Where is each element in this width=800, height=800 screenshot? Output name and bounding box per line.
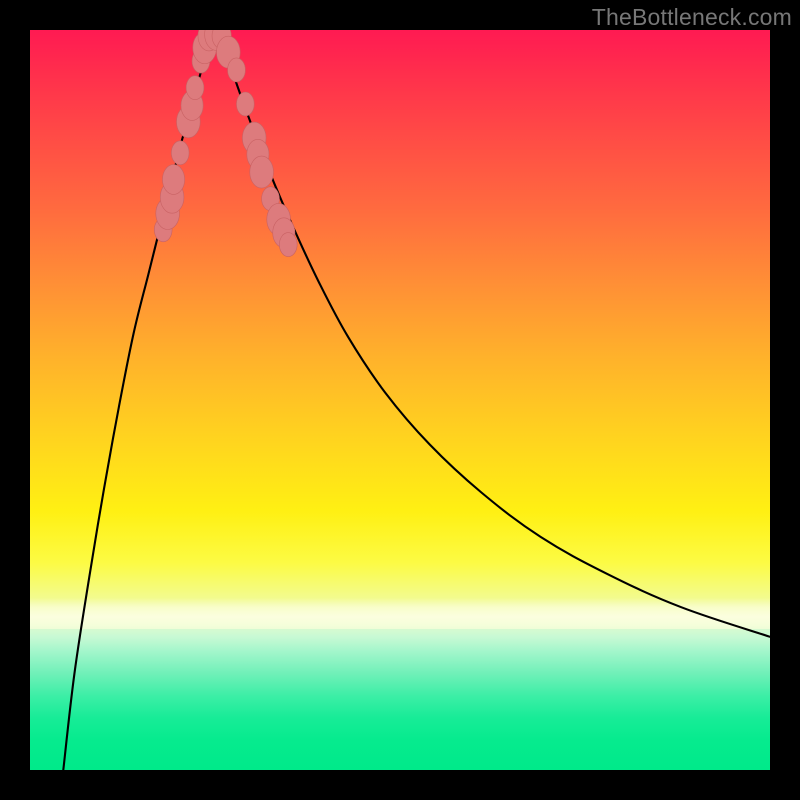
marker-dot	[250, 156, 274, 188]
marker-dot	[186, 76, 204, 100]
marker-dot	[162, 164, 184, 194]
curve-right-branch	[216, 30, 770, 637]
marker-dots	[154, 30, 297, 257]
marker-dot	[236, 92, 254, 116]
marker-dot	[171, 141, 189, 165]
watermark-text: TheBottleneck.com	[592, 4, 792, 31]
curve-left-branch	[63, 30, 213, 770]
curve-layer	[30, 30, 770, 770]
marker-dot	[279, 233, 297, 257]
marker-dot	[228, 58, 246, 82]
chart-frame: TheBottleneck.com	[0, 0, 800, 800]
plot-area	[30, 30, 770, 770]
